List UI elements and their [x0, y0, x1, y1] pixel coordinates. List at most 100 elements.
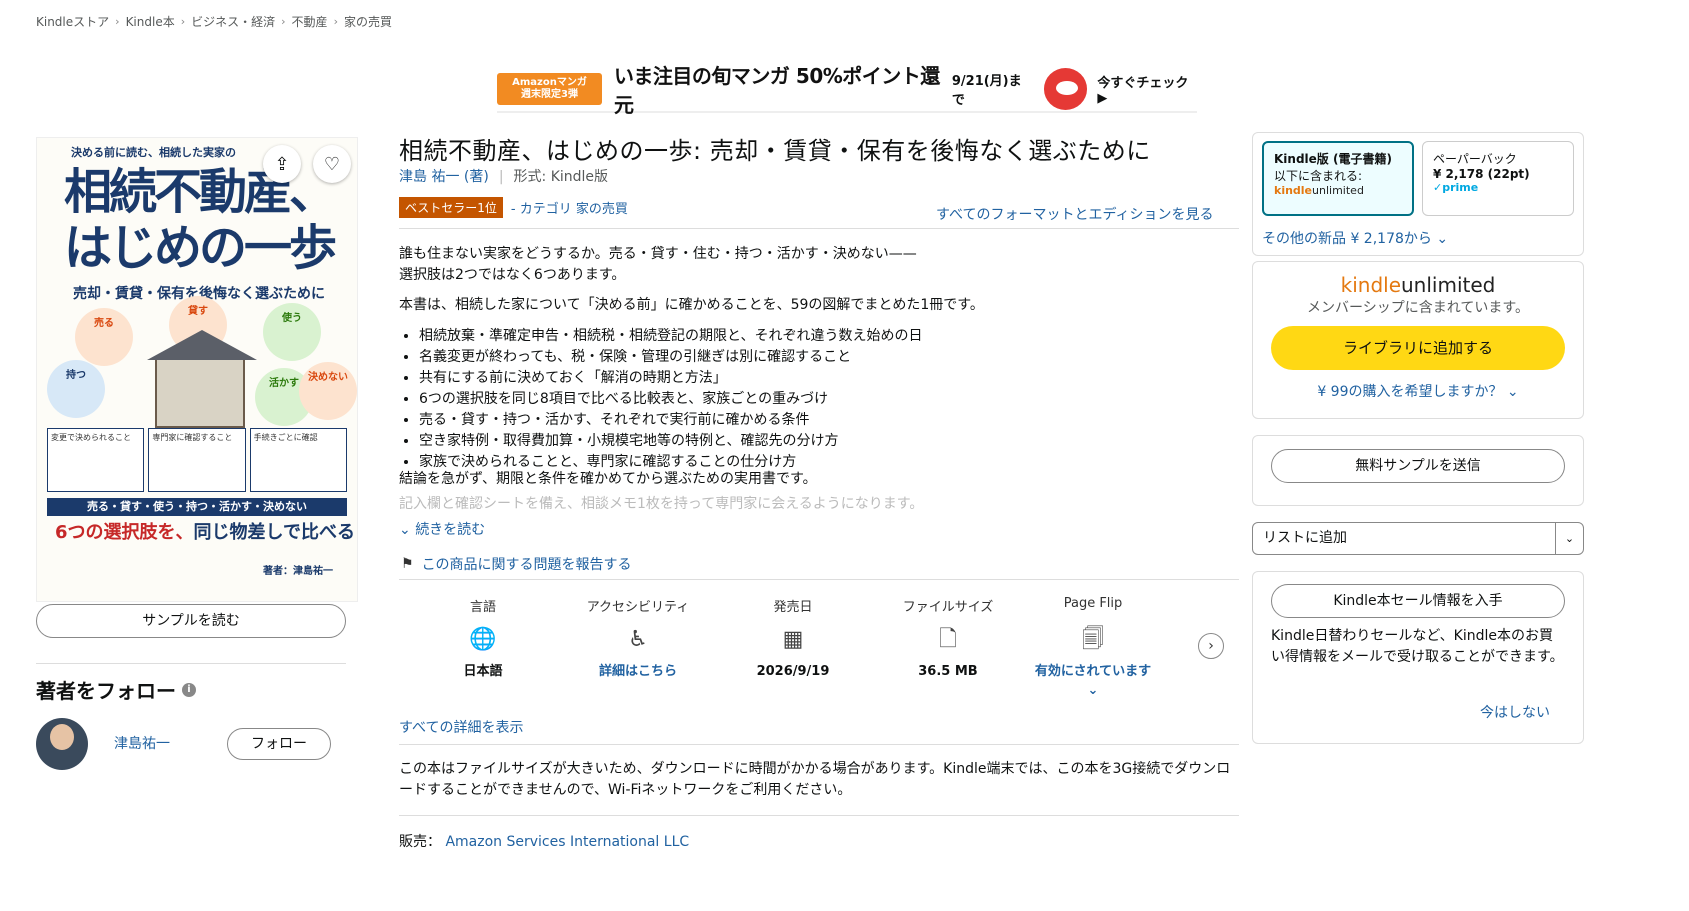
attr-label: 発売日	[773, 600, 813, 615]
accessibility-details-link[interactable]: 詳細はこちら	[568, 662, 708, 681]
author-link[interactable]: 津島 祐一 (著)	[399, 169, 489, 185]
breadcrumb-kindle-store[interactable]: Kindleストア	[36, 13, 109, 30]
format-kindle-option[interactable]: Kindle版 (電子書籍) 以下に含まれる: kindleunlimited	[1262, 141, 1414, 216]
send-free-sample-button[interactable]: 無料サンプルを送信	[1271, 449, 1565, 483]
follow-button[interactable]: フォロー	[227, 728, 331, 760]
book-description: 誰も住まない実家をどうするか。売る・貸す・住む・持つ・活かす・決めない—— 選択肢…	[399, 244, 1239, 510]
description-faded-line: 記入欄と確認シートを備え、相談メモ1枚を持って専門家に会えるようになります。	[399, 496, 924, 510]
cover-boxes: 変更で決められること 専門家に確認すること 手続きごとに確認	[47, 428, 347, 492]
product-attributes: 言語 🌐 日本語 アクセシビリティ ♿ 詳細はこちら 発売日 ▦ 2026/9/…	[413, 596, 1213, 716]
breadcrumb-business[interactable]: ビジネス・経済	[191, 13, 275, 30]
ku-unlimited-text: unlimited	[1401, 273, 1496, 297]
prime-logo: ✓prime	[1433, 181, 1479, 194]
book-cover[interactable]: 決める前に読む、相続した実家の 相続不動産、 はじめの一歩 売却・賃貸・保有を後悔…	[36, 137, 358, 602]
breadcrumb: Kindleストア › Kindle本 › ビジネス・経済 › 不動産 › 家の売買	[36, 13, 392, 30]
attr-label: Page Flip	[1063, 596, 1123, 611]
report-issue-link[interactable]: この商品に関する問題を報告する	[422, 554, 632, 574]
add-to-library-button[interactable]: ライブラリに追加する	[1271, 326, 1565, 370]
seller-link[interactable]: Amazon Services International LLC	[445, 834, 689, 850]
ku-kindle-text: kindle	[1274, 184, 1313, 197]
format-kindle-included: 以下に含まれる:	[1274, 169, 1363, 183]
attr-label: 言語	[469, 600, 496, 615]
description-bullets: 相続放棄・準確定申告・相続税・相続登記の期限と、それぞれ違う数え始めの日 名義変…	[419, 326, 1239, 473]
page-flip-link[interactable]: 有効にされています ⌄	[1033, 662, 1153, 700]
other-new-offers-link[interactable]: その他の新品 ¥ 2,178から ⌄	[1262, 228, 1448, 248]
calendar-icon: ▦	[782, 627, 804, 652]
attr-page-flip: Page Flip 🗐 有効にされています ⌄	[1033, 596, 1153, 700]
file-icon: 🗋	[939, 627, 957, 652]
byline-separator: |	[498, 169, 504, 185]
chevron-right-icon: ›	[333, 15, 338, 28]
cover-circle-undecided: 決めない	[299, 362, 357, 420]
share-icon[interactable]: ⇪	[263, 145, 301, 183]
promo-headline: いま注目の旬マンガ 50%ポイント還元	[613, 64, 940, 117]
get-sale-info-button[interactable]: Kindle本セール情報を入手	[1271, 584, 1565, 618]
cover-six-options: 6つの選択肢を、同じ物差しで比べる	[55, 518, 355, 544]
attr-value: 日本語	[463, 664, 503, 679]
file-size-notice: この本はファイルサイズが大きいため、ダウンロードに時間がかかる場合があります。K…	[399, 761, 1231, 798]
cover-box: 専門家に確認すること	[148, 428, 246, 492]
chevron-down-icon[interactable]: ⌄	[1555, 523, 1583, 554]
chevron-right-icon: ›	[115, 15, 120, 28]
cover-circle-use: 使う	[263, 303, 321, 361]
cover-band: 売る・貸す・使う・持つ・活かす・決めない	[47, 498, 347, 516]
follow-author-title: 著者をフォロー	[36, 679, 176, 703]
cover-title-line2: はじめの一歩	[63, 220, 337, 276]
chevron-right-icon: ›	[180, 15, 186, 28]
info-icon[interactable]: i	[182, 682, 196, 697]
add-to-list-dropdown[interactable]: リストに追加 ⌄	[1252, 522, 1584, 555]
author-name-link[interactable]: 津島祐一	[114, 733, 170, 753]
attr-file-size: ファイルサイズ 🗋 36.5 MB	[878, 596, 1018, 681]
all-formats-link[interactable]: すべてのフォーマットとエディションを見る	[936, 204, 1213, 224]
breadcrumb-real-estate[interactable]: 不動産	[292, 13, 328, 30]
breadcrumb-kindle-books[interactable]: Kindle本	[126, 13, 175, 30]
cover-box: 変更で決められること	[47, 428, 145, 492]
all-details-link[interactable]: すべての詳細を表示	[399, 717, 523, 737]
format-paperback-option[interactable]: ペーパーバック ¥ 2,178 (22pt) ✓prime	[1422, 141, 1574, 216]
chevron-right-icon[interactable]: ›	[1198, 633, 1224, 659]
format-label: 形式: Kindle版	[513, 169, 609, 185]
attr-release-date: 発売日 ▦ 2026/9/19	[723, 596, 863, 681]
attr-value: 2026/9/19	[756, 664, 830, 679]
add-to-list-label: リストに追加	[1263, 530, 1347, 546]
report-issue[interactable]: ⚑ この商品に関する問題を報告する	[401, 554, 632, 574]
cover-box: 手続きごとに確認	[249, 428, 347, 492]
cover-house-illustration	[147, 330, 257, 428]
heart-icon[interactable]: ♡	[313, 145, 351, 183]
bestseller-badge[interactable]: ベストセラー1位	[399, 197, 503, 218]
cover-top-text: 決める前に読む、相続した実家の	[71, 146, 236, 159]
promo-date: 9/21(月)まで	[951, 74, 1022, 108]
accessibility-icon: ♿	[628, 627, 648, 652]
ku-kindle-text: kindle	[1340, 273, 1401, 297]
description-line: 誰も住まない実家をどうするか。売る・貸す・住む・持つ・活かす・決めない——	[399, 246, 917, 262]
promo-banner[interactable]: Amazonマンガ 週末限定3弾 いま注目の旬マンガ 50%ポイント還元 9/2…	[497, 64, 1197, 117]
format-paperback-price: ¥ 2,178 (22pt)	[1433, 167, 1530, 181]
description-conclusion: 結論を急がず、期限と条件を確かめてから選ぶための実用書です。	[399, 471, 817, 487]
description-paragraph: 誰も住まない実家をどうするか。売る・貸す・住む・持つ・活かす・決めない—— 選択肢…	[399, 244, 1239, 286]
cover-title: 相続不動産、 はじめの一歩	[59, 164, 339, 276]
breadcrumb-home-sales[interactable]: 家の売買	[344, 13, 392, 30]
read-more-label: 続きを読む	[415, 522, 486, 538]
list-item: 共有にする前に決めておく「解消の時期と方法」	[419, 368, 1239, 389]
divider	[399, 815, 1239, 816]
cover-circle-keep: 持つ	[47, 360, 105, 418]
bestseller-category-link[interactable]: - カテゴリ 家の売買	[511, 198, 628, 217]
flag-icon: ⚑	[401, 556, 414, 572]
author-avatar[interactable]	[36, 718, 88, 770]
read-sample-button[interactable]: サンプルを読む	[36, 604, 346, 638]
ku-unlimited-text: unlimited	[1312, 184, 1364, 197]
list-item: 空き家特例・取得費加算・小規模宅地等の特例と、確認先の分け方	[419, 431, 1239, 452]
byline: 津島 祐一 (著) | 形式: Kindle版	[399, 166, 608, 186]
list-item: 相続放棄・準確定申告・相続税・相続登記の期限と、それぞれ違う数え始めの日	[419, 326, 1239, 347]
buy-for-99-link[interactable]: ¥ 99の購入を希望しますか？ ⌄	[1252, 381, 1584, 401]
description-paragraph: 本書は、相続した家について「決める前」に確かめることを、59の図解でまとめた1冊…	[399, 297, 984, 313]
cover-circle-sell: 売る	[75, 308, 133, 366]
cover-six-blue: 同じ物差しで比べる	[193, 522, 355, 543]
kindle-unlimited-logo: kindleunlimited	[1274, 184, 1402, 197]
read-more-link[interactable]: ⌄ 続きを読む	[399, 519, 485, 539]
not-now-link[interactable]: 今はしない	[1480, 702, 1550, 722]
divider	[399, 744, 1239, 745]
promo-cta[interactable]: 今すぐチェック ▶	[1097, 72, 1197, 106]
globe-icon: 🌐	[469, 627, 497, 652]
list-item: 6つの選択肢を同じ8項目で比べる比較表と、家族ごとの重みづけ	[419, 389, 1239, 410]
